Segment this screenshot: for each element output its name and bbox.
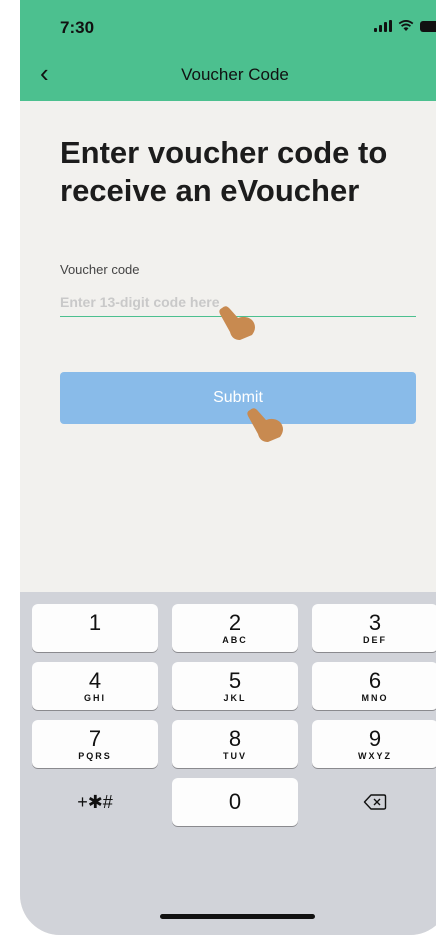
symbols-key[interactable]: +✱#	[32, 778, 158, 826]
key-1[interactable]: 1	[32, 604, 158, 652]
key-7[interactable]: 7 PQRS	[32, 720, 158, 768]
pointing-hand-icon	[219, 306, 255, 340]
submit-button[interactable]: Submit	[60, 372, 416, 424]
key-3[interactable]: 3 DEF	[312, 604, 436, 652]
page-heading: Enter voucher code to receive an eVouche…	[60, 135, 388, 208]
status-time: 7:30	[60, 18, 95, 37]
battery-icon	[420, 20, 436, 32]
pointing-hand-icon	[247, 408, 283, 442]
home-indicator	[160, 914, 315, 919]
backspace-icon	[363, 794, 387, 810]
delete-key[interactable]	[312, 778, 436, 826]
key-9[interactable]: 9 WXYZ	[312, 720, 436, 768]
key-5[interactable]: 5 JKL	[172, 662, 298, 710]
wifi-icon	[398, 20, 414, 31]
key-4[interactable]: 4 GHI	[32, 662, 158, 710]
numeric-keypad: 1 2 ABC 3 DEF 4 GHI 5 JKL 6 MNO 7 PQRS 8	[20, 592, 436, 935]
voucher-code-label: Voucher code	[60, 262, 140, 277]
key-2[interactable]: 2 ABC	[172, 604, 298, 652]
phone-screen: 7:30 ‹ Voucher Code Enter voucher code t…	[20, 0, 436, 935]
nav-title: Voucher Code	[181, 65, 289, 84]
key-0[interactable]: 0	[172, 778, 298, 826]
key-8[interactable]: 8 TUV	[172, 720, 298, 768]
signal-icon	[374, 20, 392, 32]
app-header: 7:30 ‹ Voucher Code	[20, 0, 436, 101]
status-icons	[374, 20, 436, 32]
key-6[interactable]: 6 MNO	[312, 662, 436, 710]
